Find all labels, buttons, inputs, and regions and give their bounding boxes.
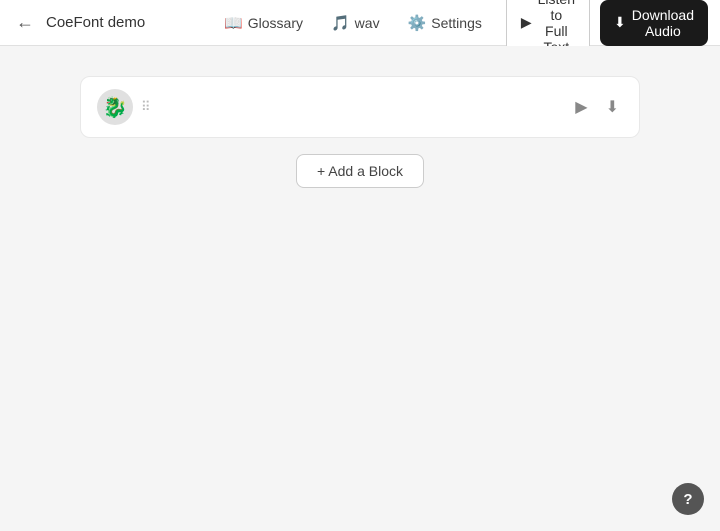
block-text-content[interactable] [162,95,572,119]
wav-icon: 🎵 [331,14,350,32]
block-download-button[interactable]: ⬇ [602,93,623,121]
block-actions: ▶ ⬇ [571,93,623,121]
audio-block: 🐉 ⠿ ▶ ⬇ [80,76,640,138]
header: ← 📖 Glossary 🎵 wav ⚙️ Settings ▶ Listen … [0,0,720,46]
help-icon: ? [683,491,692,508]
wav-label: wav [355,15,380,31]
download-audio-button[interactable]: ⬇ Download Audio [600,0,708,46]
settings-nav-item[interactable]: ⚙️ Settings [396,8,494,38]
document-title[interactable] [46,14,204,31]
settings-icon: ⚙️ [408,14,427,32]
play-icon: ▶ [575,97,587,117]
block-play-button[interactable]: ▶ [571,93,591,121]
download-icon: ⬇ [606,97,619,117]
wav-nav-item[interactable]: 🎵 wav [319,8,392,38]
back-button[interactable]: ← [12,8,38,37]
download-label: Download Audio [632,7,694,39]
glossary-icon: 📖 [224,14,243,32]
play-icon: ▶ [521,14,532,31]
help-button[interactable]: ? [672,483,704,515]
main-content: 🐉 ⠿ ▶ ⬇ + Add a Block ? [0,46,720,531]
glossary-nav-item[interactable]: 📖 Glossary [212,8,315,38]
add-block-button[interactable]: + Add a Block [296,154,424,188]
add-block-container: + Add a Block [80,154,640,188]
add-block-label: + Add a Block [317,163,403,179]
glossary-label: Glossary [248,15,303,31]
drag-handle[interactable]: ⠿ [141,100,152,115]
avatar: 🐉 [97,89,133,125]
settings-label: Settings [431,15,482,31]
download-icon: ⬇ [614,14,626,31]
